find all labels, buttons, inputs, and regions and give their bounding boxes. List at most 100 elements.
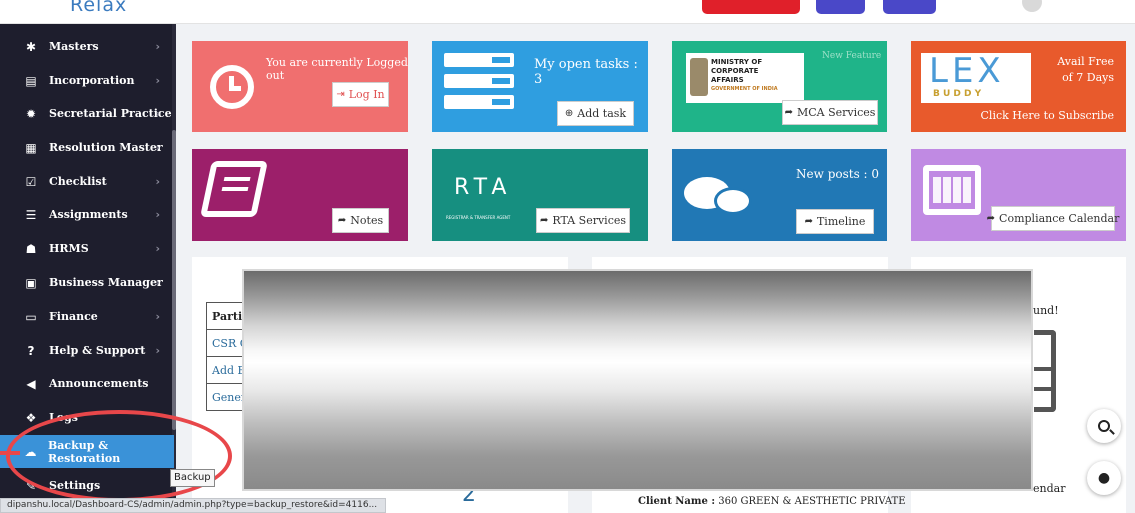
open-tasks-text: My open tasks : 3 bbox=[534, 57, 638, 87]
sidebar-item-label: Resolution Master bbox=[49, 141, 163, 154]
add-task-button[interactable]: ⊕ Add task bbox=[557, 101, 634, 126]
rta-card: RTA REGISTRAR & TRANSFER AGENT ➦ RTA Serv… bbox=[432, 149, 648, 241]
mca-logo-sub: GOVERNMENT OF INDIA bbox=[711, 86, 778, 92]
app-logo[interactable]: Relax bbox=[70, 0, 127, 16]
chevron-right-icon: › bbox=[155, 242, 160, 255]
sidebar-item-backup-restoration[interactable]: ☁ Backup & Restoration bbox=[0, 435, 174, 468]
calendar-large-icon bbox=[1034, 330, 1056, 412]
money-icon: ▭ bbox=[25, 309, 37, 324]
cubes-icon: ❖ bbox=[25, 410, 37, 425]
sidebar-item-label: Business Manager bbox=[49, 276, 163, 289]
sign-in-icon: ⇥ bbox=[336, 89, 345, 100]
mca-logo-line-2: CORPORATE bbox=[711, 67, 759, 75]
asterisk-icon: ✱ bbox=[25, 39, 37, 54]
tasks-list-icon bbox=[444, 53, 514, 109]
sidebar-item-label: Logs bbox=[49, 411, 78, 424]
chat-fab-button[interactable]: ● bbox=[1087, 461, 1121, 495]
mca-logo-line-3: AFFAIRS bbox=[711, 76, 744, 84]
external-link-icon: ➦ bbox=[804, 216, 813, 227]
sidebar-item-finance[interactable]: ▭ Finance › bbox=[0, 300, 172, 333]
search-icon bbox=[1098, 420, 1115, 435]
mca-services-button[interactable]: ➦ MCA Services bbox=[782, 100, 878, 125]
add-task-label: Add task bbox=[577, 107, 627, 120]
chat-icon: ● bbox=[1097, 470, 1111, 486]
notes-card: ➦ Notes bbox=[192, 149, 408, 241]
sidebar-item-logs[interactable]: ❖ Logs bbox=[0, 401, 172, 434]
sidebar-item-resolution-master[interactable]: ▦ Resolution Master › bbox=[0, 131, 172, 164]
sidebar-item-checklist[interactable]: ☑ Checklist › bbox=[0, 165, 172, 198]
cloud-upload-icon: ☁ bbox=[24, 444, 37, 459]
mca-logo-line-1: MINISTRY OF bbox=[711, 58, 763, 66]
rta-services-label: RTA Services bbox=[552, 214, 627, 227]
plus-circle-icon: ⊕ bbox=[564, 108, 574, 119]
calendar-panel-link[interactable]: endar bbox=[1033, 482, 1065, 495]
lexbuddy-logo-sub: B U D D Y bbox=[933, 89, 982, 99]
subscribe-link[interactable]: Click Here to Subscribe bbox=[981, 109, 1114, 122]
sidebar-item-label: HRMS bbox=[49, 242, 89, 255]
sidebar-item-label: Finance bbox=[49, 310, 98, 323]
top-button-red[interactable] bbox=[702, 0, 800, 14]
users-icon: ☗ bbox=[25, 241, 37, 256]
login-card: You are currently Logged out ⇥ Log In bbox=[192, 41, 408, 132]
notes-label: Notes bbox=[350, 214, 384, 227]
sidebar-item-label: Checklist bbox=[49, 175, 107, 188]
lexbuddy-logo: LEX B U D D Y bbox=[921, 51, 1031, 103]
document-icon: ▤ bbox=[25, 73, 37, 88]
chevron-right-icon: › bbox=[155, 310, 160, 323]
sidebar-item-business-manager[interactable]: ▣ Business Manager › bbox=[0, 266, 172, 299]
external-link-icon: ➦ bbox=[337, 215, 347, 226]
new-feature-badge: New Feature bbox=[822, 51, 882, 61]
top-bar: Relax bbox=[0, 0, 1135, 24]
status-bar-url: dipanshu.local/Dashboard-CS/admin/admin.… bbox=[0, 498, 386, 513]
sidebar-item-label: Help & Support bbox=[49, 344, 146, 357]
sidebar-scrollbar-thumb[interactable] bbox=[172, 130, 176, 430]
chevron-right-icon: › bbox=[155, 276, 160, 289]
sidebar-item-label: Assignments bbox=[49, 208, 128, 221]
sidebar-item-label: Settings bbox=[49, 479, 101, 492]
sidebar-item-label: Incorporation bbox=[49, 74, 135, 87]
chevron-right-icon: › bbox=[155, 141, 160, 154]
sidebar-item-secretarial-practice[interactable]: ✹ Secretarial Practice › bbox=[0, 97, 172, 130]
wrench-icon: ✎ bbox=[25, 478, 37, 493]
film-icon: ▣ bbox=[25, 275, 37, 290]
search-fab-button[interactable] bbox=[1087, 409, 1121, 443]
top-button-blue-1[interactable] bbox=[816, 0, 865, 14]
login-button[interactable]: ⇥ Log In bbox=[332, 82, 389, 107]
tasks-card: My open tasks : 3 ⊕ Add task bbox=[432, 41, 648, 132]
sidebar-item-label: Announcements bbox=[49, 377, 149, 390]
timeline-button[interactable]: ➦ Timeline bbox=[796, 209, 874, 234]
rta-services-button[interactable]: ➦ RTA Services bbox=[536, 208, 630, 233]
top-button-blue-2[interactable] bbox=[883, 0, 936, 14]
comments-icon bbox=[684, 169, 754, 219]
login-button-label: Log In bbox=[348, 88, 385, 101]
mca-logo: MINISTRY OF CORPORATE AFFAIRS GOVERNMENT… bbox=[686, 53, 804, 103]
sidebar-item-assignments[interactable]: ☰ Assignments › bbox=[0, 198, 172, 231]
new-posts-text: New posts : 0 bbox=[796, 167, 880, 181]
sidebar-item-masters[interactable]: ✱ Masters › bbox=[0, 30, 172, 63]
mca-services-label: MCA Services bbox=[796, 106, 876, 119]
checkbox-icon: ☑ bbox=[25, 174, 37, 189]
lexbuddy-logo-text: LEX bbox=[929, 51, 1005, 91]
megaphone-icon: ◀ bbox=[26, 376, 36, 391]
compliance-calendar-button[interactable]: ➦ Compliance Calendar bbox=[987, 206, 1119, 231]
chevron-right-icon: › bbox=[155, 107, 160, 120]
client-name-value: 360 GREEN & AESTHETIC PRIVATE bbox=[718, 496, 906, 507]
sidebar-item-help-support[interactable]: ? Help & Support › bbox=[0, 334, 172, 367]
avatar[interactable] bbox=[1022, 0, 1042, 12]
notes-button[interactable]: ➦ Notes bbox=[332, 208, 389, 233]
sidebar-item-label: Masters bbox=[49, 40, 99, 53]
sidebar-item-incorporation[interactable]: ▤ Incorporation › bbox=[0, 64, 172, 97]
lexbuddy-card[interactable]: LEX B U D D Y Avail Free of 7 Days Click… bbox=[911, 41, 1126, 132]
redaction-overlay bbox=[242, 269, 1033, 491]
rta-logo: RTA REGISTRAR & TRANSFER AGENT bbox=[446, 167, 538, 229]
mca-card: MINISTRY OF CORPORATE AFFAIRS GOVERNMENT… bbox=[672, 41, 887, 132]
login-status-text: You are currently Logged out bbox=[266, 56, 408, 82]
sidebar-item-hrms[interactable]: ☗ HRMS › bbox=[0, 232, 172, 265]
chevron-right-icon: › bbox=[155, 208, 160, 221]
sidebar-item-announcements[interactable]: ◀ Announcements bbox=[0, 367, 172, 400]
chevron-right-icon: › bbox=[155, 175, 160, 188]
compliance-calendar-label: Compliance Calendar bbox=[999, 212, 1120, 225]
found-text: und! bbox=[1033, 304, 1059, 317]
list-icon: ☰ bbox=[25, 207, 37, 222]
emblem-icon bbox=[690, 58, 708, 96]
